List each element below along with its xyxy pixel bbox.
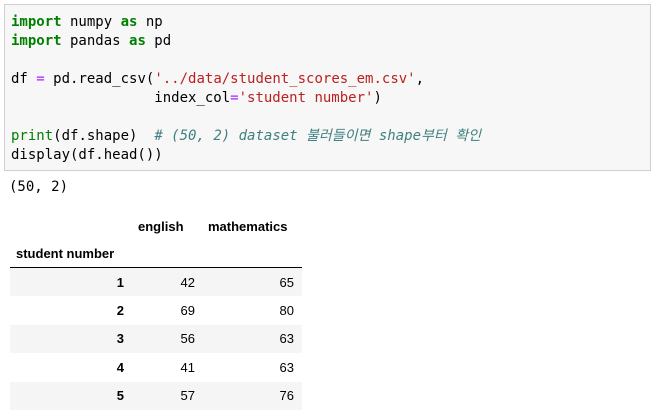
code-text: ) [373, 90, 382, 106]
table-row: 1 42 65 [10, 267, 302, 296]
keyword-import: import [11, 14, 62, 30]
code-text: , [415, 71, 425, 87]
module-alias: np [137, 14, 163, 30]
cell-mathematics: 63 [279, 359, 294, 375]
output-shape: (50, 2) [9, 179, 69, 195]
empty-header [196, 239, 302, 268]
table-row: 3 56 63 [10, 324, 302, 353]
table-row: 5 57 76 [10, 381, 302, 410]
table-corner [10, 214, 127, 239]
row-index: 5 [116, 388, 124, 404]
keyword-as: as [120, 14, 138, 30]
module-name: pandas [61, 33, 130, 49]
table-index-name-row: student number [10, 239, 302, 268]
code-line-1: import numpy as np [11, 13, 481, 32]
operator: = [36, 71, 45, 87]
cell-mathematics: 65 [279, 274, 294, 290]
keyword-as: as [129, 33, 146, 49]
code-line-4: df = pd.read_csv('../data/student_scores… [11, 70, 481, 89]
empty-header [127, 239, 196, 268]
code-line-7: print(df.shape) # (50, 2) dataset 불러들이면 … [11, 127, 481, 146]
module-alias: pd [145, 33, 172, 49]
dataframe-table: english mathematics student number 1 42 … [10, 214, 302, 410]
cell-mathematics: 63 [279, 331, 294, 347]
code-cell[interactable]: import numpy as np import pandas as pd df … [4, 4, 651, 171]
cell-english: 69 [180, 302, 195, 318]
table-row: 4 41 63 [10, 353, 302, 382]
cell-english: 56 [180, 331, 195, 347]
string-literal: 'student number' [238, 90, 374, 106]
operator: = [230, 90, 239, 106]
cell-mathematics: 76 [279, 388, 294, 404]
index-name: student number [16, 245, 115, 261]
code-text: df [11, 71, 37, 87]
column-header-mathematics: mathematics [208, 219, 288, 234]
code-line-5: index_col='student number') [11, 89, 481, 108]
code-line-8: display(df.head()) [11, 146, 481, 165]
code-editor[interactable]: import numpy as np import pandas as pd df … [11, 13, 481, 165]
string-literal: '../data/student_scores_em.csv' [154, 71, 416, 87]
module-name: numpy [61, 14, 121, 30]
cell-mathematics: 80 [279, 302, 294, 318]
table-header-row: english mathematics [10, 214, 302, 239]
code-text: index_col [11, 90, 231, 106]
code-text: (df.shape) [53, 128, 155, 144]
builtin-print: print [11, 128, 54, 144]
row-index: 4 [116, 359, 124, 375]
cell-english: 42 [180, 274, 195, 290]
cell-english: 41 [180, 359, 195, 375]
code-comment: # (50, 2) dataset 불러들이면 shape부터 확인 [154, 128, 481, 144]
keyword-import: import [11, 33, 62, 49]
cell-english: 57 [180, 388, 195, 404]
row-index: 3 [116, 331, 124, 347]
row-index: 2 [116, 302, 124, 318]
code-text: display(df.head()) [11, 147, 163, 163]
column-header-english: english [138, 219, 184, 234]
table-row: 2 69 80 [10, 296, 302, 325]
row-index: 1 [116, 274, 124, 290]
code-line-2: import pandas as pd [11, 32, 481, 51]
code-text: pd.read_csv( [44, 71, 155, 87]
